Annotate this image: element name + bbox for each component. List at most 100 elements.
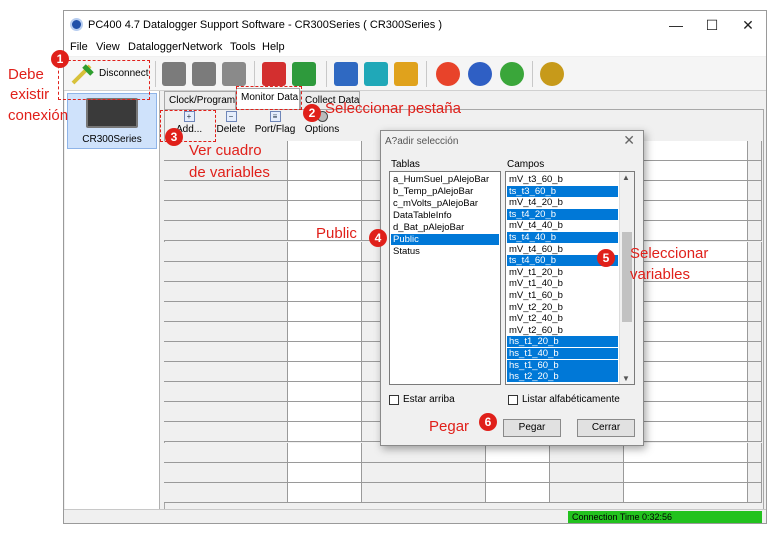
- tables-listbox[interactable]: a_HumSuel_pAlejoBar b_Temp_pAlejoBar c_mVo…: [389, 171, 501, 385]
- field-list-item[interactable]: hs_t1_40_b: [507, 348, 618, 359]
- field-list-item[interactable]: hs_t2_20_b: [507, 371, 618, 383]
- tab-clock-program[interactable]: Clock/Program: [164, 91, 236, 109]
- pencil-icon[interactable]: [468, 62, 492, 86]
- grid-cell[interactable]: [164, 482, 288, 503]
- field-list-item[interactable]: mV_t2_60_b: [507, 325, 618, 336]
- field-list-item[interactable]: mV_t2_40_b: [507, 313, 618, 324]
- grid-cell[interactable]: [748, 362, 762, 383]
- grid-cell[interactable]: [748, 422, 762, 443]
- field-list-item[interactable]: hs_t1_60_b: [507, 359, 618, 371]
- minimize-button[interactable]: —: [658, 11, 694, 39]
- copy-icon[interactable]: [292, 62, 316, 86]
- grid-cell[interactable]: [164, 281, 288, 302]
- paste-button[interactable]: Pegar: [503, 419, 561, 437]
- grid-cell[interactable]: [486, 482, 550, 503]
- table-list-item[interactable]: a_HumSuel_pAlejoBar: [391, 174, 499, 185]
- dialog-close-icon[interactable]: ✕: [623, 132, 635, 149]
- grid-cell[interactable]: [288, 261, 362, 282]
- grid-cell[interactable]: [748, 261, 762, 282]
- edit-station-icon[interactable]: [222, 62, 246, 86]
- menu-help[interactable]: Help: [262, 41, 285, 53]
- close-window-button[interactable]: ✕: [730, 11, 766, 39]
- grid-cell[interactable]: [288, 201, 362, 222]
- grid-cell[interactable]: [748, 241, 762, 262]
- field-list-item[interactable]: mV_t1_40_b: [507, 278, 618, 289]
- grid-cell[interactable]: [288, 141, 362, 162]
- grid-cell[interactable]: [288, 402, 362, 423]
- field-list-item[interactable]: mV_t4_40_b: [507, 220, 618, 231]
- grid-cell[interactable]: [164, 362, 288, 383]
- grid-cell[interactable]: [164, 442, 288, 463]
- check-program-icon[interactable]: [262, 62, 286, 86]
- grid-cell[interactable]: [164, 402, 288, 423]
- grid-cell[interactable]: [164, 221, 288, 242]
- table-list-item[interactable]: Public: [391, 234, 499, 245]
- grid-cell[interactable]: [164, 261, 288, 282]
- grid-cell[interactable]: [164, 321, 288, 342]
- grid-cell[interactable]: [624, 482, 748, 503]
- grid-cell[interactable]: [748, 462, 762, 483]
- grid-cell[interactable]: [748, 301, 762, 322]
- menu-network[interactable]: Network: [182, 41, 222, 53]
- field-list-item[interactable]: mV_t1_60_b: [507, 290, 618, 301]
- grid-cell[interactable]: [288, 181, 362, 202]
- grid-cell[interactable]: [748, 281, 762, 302]
- fields-listbox[interactable]: mV_t3_60_b ts_t3_60_b mV_t4_20_b ts_t4_20_b…: [505, 171, 635, 385]
- grid-cell[interactable]: [288, 241, 362, 262]
- grid-cell[interactable]: [624, 462, 748, 483]
- grid-cell[interactable]: [288, 482, 362, 503]
- grid-cell[interactable]: [164, 241, 288, 262]
- grid-cell[interactable]: [288, 321, 362, 342]
- field-list-item[interactable]: ts_t4_40_b: [507, 232, 618, 243]
- grid-cell[interactable]: [164, 462, 288, 483]
- grid-cell[interactable]: [748, 201, 762, 222]
- station-item-cr300series[interactable]: CR300Series: [67, 93, 157, 149]
- grid-cell[interactable]: [748, 342, 762, 363]
- grid-cell[interactable]: [748, 161, 762, 182]
- menu-file[interactable]: File: [70, 41, 88, 53]
- grid-cell[interactable]: [486, 462, 550, 483]
- grid-cell[interactable]: [288, 362, 362, 383]
- grid-cell[interactable]: [748, 482, 762, 503]
- field-list-item[interactable]: mV_t3_60_b: [507, 174, 618, 185]
- target-icon[interactable]: [436, 62, 460, 86]
- table-list-item[interactable]: c_mVolts_pAlejoBar: [391, 198, 499, 209]
- table-list-item[interactable]: DataTableInfo: [391, 210, 499, 221]
- grid-cell[interactable]: [288, 462, 362, 483]
- close-button[interactable]: Cerrar: [577, 419, 635, 437]
- port-flag-button[interactable]: ≡ Port/Flag: [254, 111, 296, 135]
- scroll-down-icon[interactable]: ▼: [622, 374, 630, 383]
- delete-button[interactable]: − Delete: [216, 111, 246, 135]
- field-list-item[interactable]: mV_t1_20_b: [507, 267, 618, 278]
- grid-cell[interactable]: [748, 181, 762, 202]
- grid-cell[interactable]: [164, 382, 288, 403]
- field-list-item[interactable]: mV_t4_20_b: [507, 197, 618, 208]
- field-list-item[interactable]: ts_t3_60_b: [507, 185, 618, 197]
- grid-cell[interactable]: [550, 462, 624, 483]
- grid-cell[interactable]: [164, 342, 288, 363]
- grid-cell[interactable]: [288, 382, 362, 403]
- menu-tools[interactable]: Tools: [230, 41, 256, 53]
- add-station-icon[interactable]: [162, 62, 186, 86]
- book-icon[interactable]: [540, 62, 564, 86]
- scroll-up-icon[interactable]: ▲: [622, 173, 630, 182]
- grid-cell[interactable]: [362, 482, 486, 503]
- grid-cell[interactable]: [288, 301, 362, 322]
- grid-cell[interactable]: [164, 181, 288, 202]
- grid-cell[interactable]: [748, 141, 762, 162]
- table-list-item[interactable]: b_Temp_pAlejoBar: [391, 186, 499, 197]
- user-search-icon[interactable]: [334, 62, 358, 86]
- grid-cell[interactable]: [164, 422, 288, 443]
- field-list-item[interactable]: ts_t4_20_b: [507, 208, 618, 220]
- grid-cell[interactable]: [288, 342, 362, 363]
- remove-station-icon[interactable]: [192, 62, 216, 86]
- grid-cell[interactable]: [748, 321, 762, 342]
- grid-cell[interactable]: [748, 221, 762, 242]
- grid-cell[interactable]: [550, 482, 624, 503]
- grid-cell[interactable]: [748, 382, 762, 403]
- edit-tool-icon[interactable]: [394, 62, 418, 86]
- grid-cell[interactable]: [288, 422, 362, 443]
- stay-on-top-checkbox[interactable]: [389, 395, 399, 405]
- network-icon[interactable]: [364, 62, 388, 86]
- grid-cell[interactable]: [164, 201, 288, 222]
